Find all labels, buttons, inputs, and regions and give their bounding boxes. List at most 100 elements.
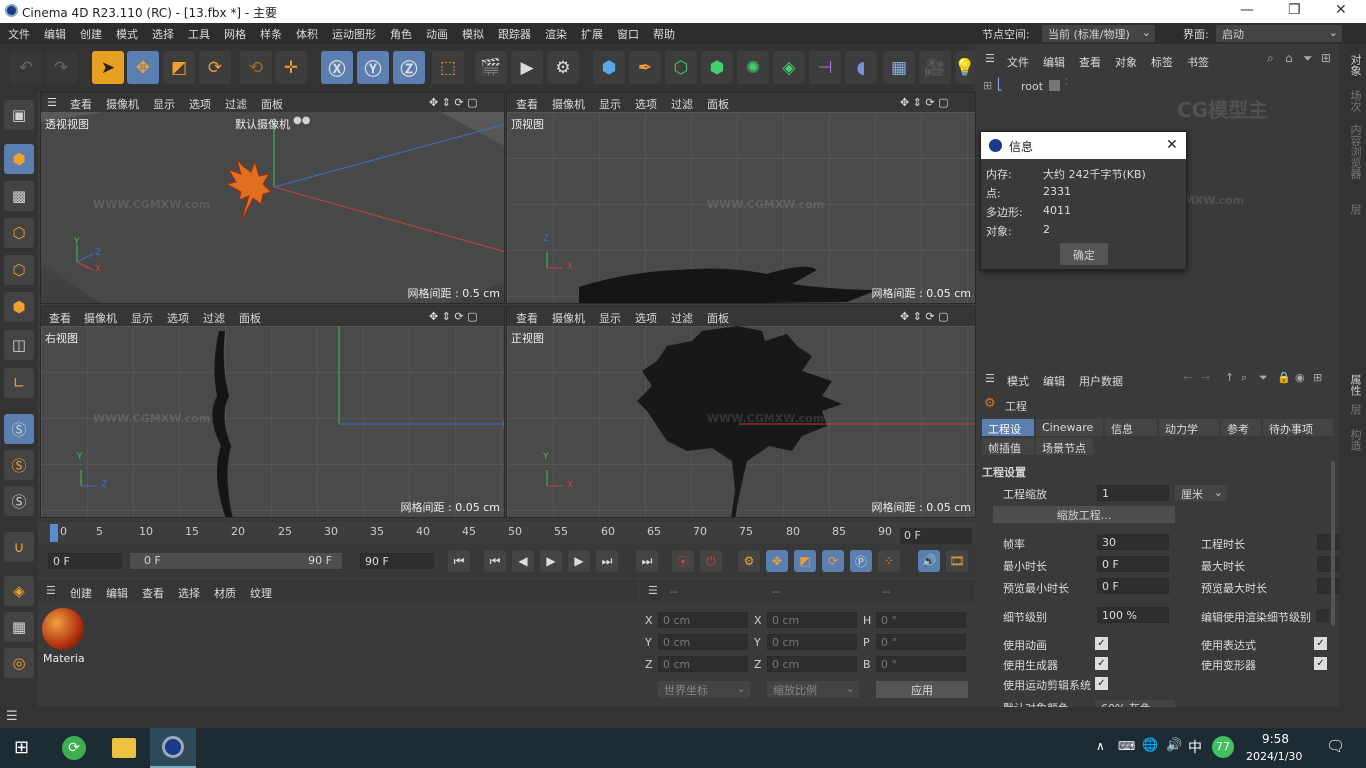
rot-p-field[interactable]: 0 ° [876,634,966,650]
pos-z-field[interactable]: 0 cm [658,656,748,672]
key-rotation-icon[interactable]: ⟳ [822,550,844,572]
render-view-icon[interactable]: 🎬 [475,51,507,84]
project-scale-field[interactable]: 1 [1097,485,1169,501]
play-icon[interactable]: ▶ [540,550,562,572]
viewport-menu-filter[interactable]: 过滤 [671,96,693,112]
pos-y-field[interactable]: 0 cm [658,634,748,650]
viewport-nav-icons[interactable]: ✥ ⇕ ⟳ ▢ [429,310,478,323]
move-tool-icon[interactable]: ✥ [127,51,159,84]
viewport-menu-panel[interactable]: 面板 [707,96,729,112]
viewport-menu-display[interactable]: 显示 [599,96,621,112]
menu-select[interactable]: 选择 [152,26,174,42]
current-frame-field[interactable]: 0 F [48,553,122,569]
menu-animate[interactable]: 动画 [426,26,448,42]
search-icon[interactable]: ⌕ [1241,371,1247,385]
minimize-icon[interactable]: — [1240,2,1254,18]
menu-mograph[interactable]: 运动图形 [332,26,376,42]
lock-icon[interactable]: 🔒 [1277,371,1291,384]
viewport-canvas[interactable]: 顶视图 Z X WWW.CGMXW.com 网格间距 : 0.05 cm [507,112,975,303]
magnet-icon[interactable]: ∪ [4,532,34,562]
taskbar-c4d[interactable] [150,728,196,768]
frame-range-slider[interactable]: 0 F 90 F [130,553,342,569]
texture-mode-icon[interactable]: ▩ [4,181,34,211]
layer-icon[interactable] [1049,80,1060,91]
attr-menu-edit[interactable]: 编辑 [1043,373,1065,389]
use-animation-checkbox[interactable]: ✓ [1095,637,1108,650]
scale-project-button[interactable]: 缩放工程... [993,506,1175,523]
viewport-canvas[interactable]: 透视视图 默认摄像机 ●● Y Z X WWW.CGMXW.com 网格间距 :… [41,112,504,303]
lod-field[interactable]: 100 % [1097,607,1169,623]
menu-window[interactable]: 窗口 [617,26,639,42]
viewport-menu-display[interactable]: 显示 [599,310,621,326]
floor-icon[interactable]: ▦ [883,51,915,84]
menu-simulate[interactable]: 模拟 [462,26,484,42]
ok-button[interactable]: 确定 [1060,243,1108,265]
maximize-icon[interactable]: ❐ [1288,2,1301,18]
viewport-menu-panel[interactable]: 面板 [261,96,283,112]
rotate-tool-icon[interactable]: ⟳ [199,51,231,84]
back-icon[interactable]: ← [1183,371,1192,384]
side-tab-content-browser[interactable]: 内容浏览器 [1347,124,1363,179]
objmgr-menu-object[interactable]: 对象 [1115,54,1137,70]
make-editable-icon[interactable]: ▣ [4,100,34,130]
root-item[interactable]: ⊞ ⎣ root ⁚ [981,77,1081,95]
status-menu-icon[interactable]: ☰ [6,709,18,724]
new-window-icon[interactable]: ⊞ [1313,371,1322,384]
material-menu-view[interactable]: 查看 [142,585,164,601]
clock-time[interactable]: 9:58 [1262,732,1289,746]
next-frame-icon[interactable]: ▶ [568,550,590,572]
menu-tools[interactable]: 工具 [188,26,210,42]
viewport-menu-display[interactable]: 显示 [131,310,153,326]
menu-create[interactable]: 创建 [80,26,102,42]
new-window-icon[interactable]: ⊞ [1321,51,1331,65]
viewport-menu-panel[interactable]: 面板 [239,310,261,326]
menu-mode[interactable]: 模式 [116,26,138,42]
next-key-icon[interactable]: ⏭ [596,550,618,572]
playhead[interactable] [50,524,58,542]
render-picture-viewer-icon[interactable]: ▶ [511,51,543,84]
select-tool-icon[interactable]: ➤ [92,51,124,84]
tab-todo[interactable]: 待办事项 [1263,419,1333,436]
forward-icon[interactable]: → [1201,371,1210,384]
globe-icon[interactable]: 🌐 [1142,738,1158,753]
workplane-snap-icon[interactable]: Ⓢ [4,486,34,516]
fps-field[interactable]: 30 [1097,534,1169,550]
default-color-select[interactable]: 60% 灰色 [1095,700,1175,707]
rot-h-field[interactable]: 0 ° [876,612,966,628]
material-menu-edit[interactable]: 编辑 [106,585,128,601]
file-explorer-icon[interactable] [112,738,136,758]
viewport-menu-filter[interactable]: 过滤 [225,96,247,112]
clock-date[interactable]: 2024/1/30 [1246,750,1302,763]
max-frame-field[interactable]: 90 F [360,553,434,569]
tab-info[interactable]: 信息 [1105,419,1157,436]
coordinate-system-icon[interactable]: ⬚ [432,51,464,84]
objmgr-menu-tags[interactable]: 标签 [1151,54,1173,70]
windows-start-icon[interactable]: ⊞ [14,737,29,758]
filter-icon[interactable]: ⏷ [1259,371,1268,385]
snap-icon[interactable]: Ⓢ [4,414,34,444]
menu-file[interactable]: 文件 [8,26,30,42]
expand-icon[interactable]: ⊞ [983,79,992,92]
material-menu-texture[interactable]: 纹理 [250,585,272,601]
viewport-menu-view[interactable]: 查看 [516,96,538,112]
prev-frame-icon[interactable]: ◀ [512,550,534,572]
node-space-select[interactable]: 当前 (标准/物理) ⌄ [1042,25,1155,42]
planar-workplane-icon[interactable]: ◎ [4,648,34,678]
project-scale-unit-select[interactable]: 厘米 ⌄ [1175,485,1227,501]
extrude-icon[interactable]: ⬢ [701,51,733,84]
material-menu-icon[interactable]: ☰ [46,584,56,597]
volume-icon[interactable]: 🔊 [1166,738,1182,753]
goto-end-icon[interactable]: ⏭ [636,550,658,572]
chevron-up-icon[interactable]: ∧ [1096,739,1105,753]
tab-reference[interactable]: 参考 [1221,419,1261,436]
viewport-menu-camera[interactable]: 摄像机 [106,96,139,112]
filter-icon[interactable]: ⏷ [1303,51,1313,66]
subdivision-icon[interactable]: ⬡ [665,51,697,84]
objmgr-menu-icon[interactable]: ☰ [985,52,995,65]
viewport-menu-camera[interactable]: 摄像机 [552,96,585,112]
menu-character[interactable]: 角色 [390,26,412,42]
render-lod-checkbox[interactable] [1316,609,1329,622]
viewport-menu-filter[interactable]: 过滤 [203,310,225,326]
menu-volume[interactable]: 体积 [296,26,318,42]
z-axis-lock-icon[interactable]: Ⓩ [393,51,425,84]
